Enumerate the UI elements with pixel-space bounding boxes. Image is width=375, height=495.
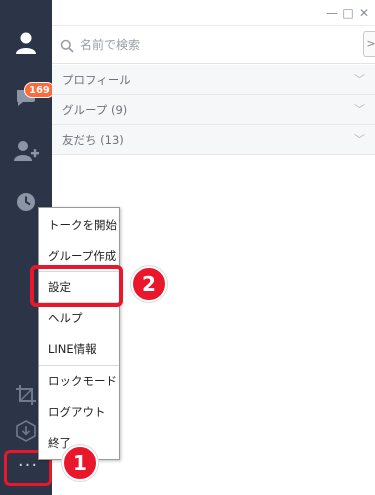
- unread-badge: 169: [24, 82, 55, 98]
- chevron-down-icon: ﹀: [354, 133, 365, 146]
- clock-icon[interactable]: [13, 189, 39, 215]
- menu-item-lock-mode[interactable]: ロックモード: [39, 366, 119, 396]
- download-icon[interactable]: [13, 418, 39, 444]
- chevron-down-icon: ﹀: [354, 103, 365, 116]
- search-icon: [60, 38, 74, 53]
- section-friends[interactable]: 友だち (13) ﹀: [52, 125, 375, 155]
- minimize-icon[interactable]: —: [325, 6, 339, 20]
- panel-toggle-button[interactable]: >: [363, 31, 375, 57]
- settings-highlight-box: [30, 265, 123, 307]
- section-groups[interactable]: グループ (9) ﹀: [52, 95, 375, 125]
- more-menu: トークを開始 グループ作成 設定 ヘルプ LINE情報 ロックモード ログアウト…: [38, 207, 120, 460]
- menu-item-start-talk[interactable]: トークを開始: [39, 210, 119, 240]
- add-friend-icon[interactable]: [13, 138, 39, 164]
- section-profile[interactable]: プロフィール ﹀: [52, 65, 375, 95]
- person-icon[interactable]: [13, 30, 39, 56]
- search-input[interactable]: [80, 35, 350, 55]
- menu-item-logout[interactable]: ログアウト: [39, 397, 119, 427]
- close-icon[interactable]: ✕: [357, 6, 371, 20]
- maximize-icon[interactable]: □: [341, 6, 355, 20]
- step-marker-1: 1: [62, 445, 98, 481]
- section-label: グループ (9): [62, 103, 128, 117]
- section-label: 友だち (13): [62, 133, 124, 147]
- menu-item-help[interactable]: ヘルプ: [39, 303, 119, 333]
- section-label: プロフィール: [62, 73, 131, 87]
- chevron-down-icon: ﹀: [354, 73, 365, 86]
- step-marker-2: 2: [131, 266, 167, 302]
- crop-icon[interactable]: [13, 382, 39, 408]
- title-bar: — □ ✕: [52, 0, 375, 26]
- menu-item-line-info[interactable]: LINE情報: [39, 334, 119, 364]
- search-bar: >: [52, 26, 375, 64]
